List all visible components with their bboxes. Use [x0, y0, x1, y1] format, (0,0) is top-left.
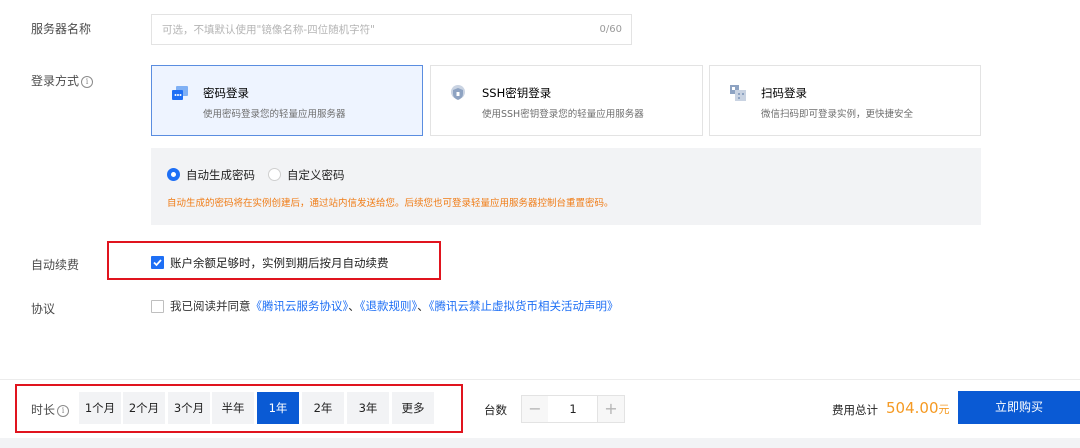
auto-renew-text[interactable]: 账户余额足够时，实例到期后按月自动续费: [170, 255, 389, 271]
login-method-label: 登录方式: [31, 74, 80, 88]
quantity-label: 台数: [484, 403, 507, 417]
server-name-field[interactable]: 0/60: [151, 14, 632, 45]
refund-rules-link[interactable]: 《退款规则》: [360, 299, 418, 313]
crypto-statement-link[interactable]: 《腾讯云禁止虚拟货币相关活动声明》: [429, 299, 619, 313]
agreement-label: 协议: [31, 302, 56, 316]
auto-renew-checkbox[interactable]: [151, 256, 164, 269]
highlight-box: [15, 384, 463, 433]
quantity-minus-button[interactable]: −: [521, 395, 549, 423]
server-name-label: 服务器名称: [31, 22, 92, 36]
quantity-input[interactable]: 1: [548, 395, 598, 423]
login-option-qr[interactable]: 扫码登录 微信扫码即可登录实例，更快捷安全: [709, 65, 981, 136]
char-count: 0/60: [599, 24, 622, 35]
login-option-desc: 使用密码登录您的轻量应用服务器: [203, 109, 346, 120]
agreement-checkbox[interactable]: [151, 300, 164, 313]
qr-scan-icon: [730, 85, 746, 101]
server-name-input[interactable]: [152, 15, 592, 44]
agreement-text: 我已阅读并同意《腾讯云服务协议》、《退款规则》、《腾讯云禁止虚拟货币相关活动声明…: [170, 298, 619, 314]
login-option-desc: 使用SSH密钥登录您的轻量应用服务器: [482, 109, 644, 120]
service-agreement-link[interactable]: 《腾讯云服务协议》: [251, 299, 349, 313]
password-icon: [172, 86, 188, 100]
radio-custom-password-label[interactable]: 自定义密码: [287, 167, 345, 183]
password-note: 自动生成的密码将在实例创建后，通过站内信发送给您。后续您也可登录轻量应用服务器控…: [167, 198, 614, 209]
login-method-label-row: 登录方式 i: [31, 72, 94, 89]
radio-auto-password-label[interactable]: 自动生成密码: [186, 167, 255, 183]
buy-now-button[interactable]: 立即购买: [958, 391, 1080, 424]
check-icon: [153, 259, 162, 267]
quantity-plus-button[interactable]: +: [597, 395, 625, 423]
login-option-title: SSH密钥登录: [482, 86, 552, 100]
login-option-ssh[interactable]: SSH密钥登录 使用SSH密钥登录您的轻量应用服务器: [430, 65, 703, 136]
separator: 、: [348, 299, 360, 313]
ssh-key-icon: [451, 85, 465, 100]
price-amount: 504.00: [886, 399, 939, 417]
password-panel: 自动生成密码 自定义密码 自动生成的密码将在实例创建后，通过站内信发送给您。后续…: [151, 148, 981, 225]
login-option-password[interactable]: 密码登录 使用密码登录您的轻量应用服务器: [151, 65, 423, 136]
radio-custom-password[interactable]: [268, 168, 281, 181]
separator: 、: [417, 299, 429, 313]
radio-auto-password[interactable]: [167, 168, 180, 181]
info-circle-icon[interactable]: i: [81, 75, 94, 88]
login-option-title: 密码登录: [203, 86, 249, 100]
login-option-title: 扫码登录: [761, 86, 807, 100]
auto-renew-label: 自动续费: [31, 258, 80, 272]
login-option-desc: 微信扫码即可登录实例，更快捷安全: [761, 109, 914, 120]
total-label: 费用总计: [832, 403, 878, 417]
price-unit: 元: [938, 403, 950, 416]
agreement-prefix[interactable]: 我已阅读并同意: [170, 299, 251, 313]
total-price: 504.00元: [886, 398, 950, 417]
